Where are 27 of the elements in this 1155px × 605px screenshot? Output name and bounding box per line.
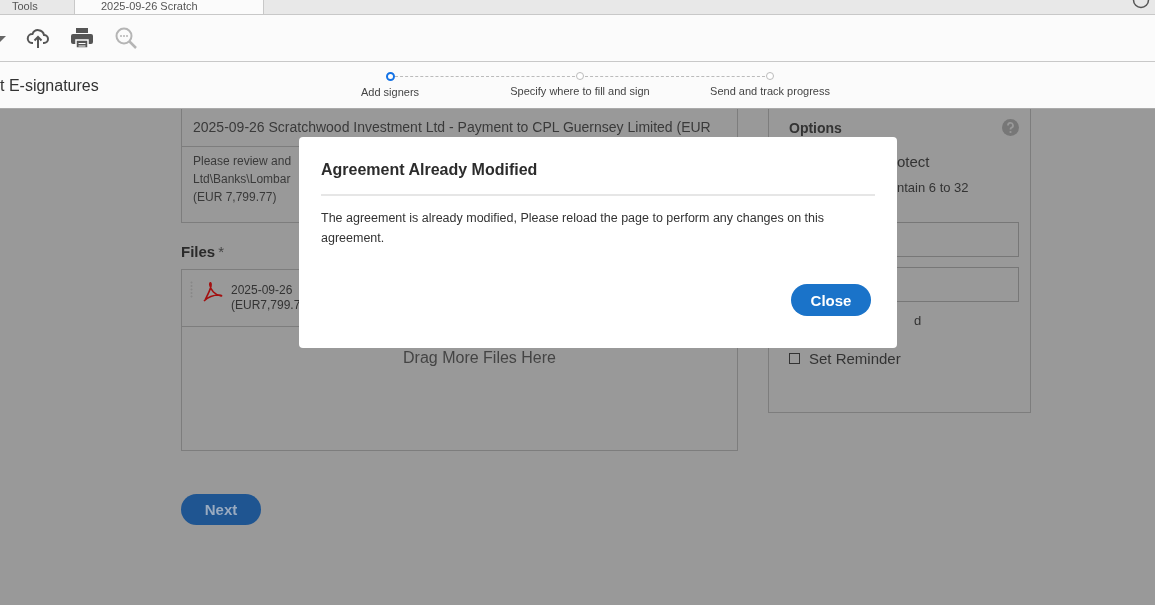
cloud-upload-icon[interactable] <box>26 26 50 50</box>
caret-icon[interactable] <box>0 34 6 42</box>
dialog-title: Agreement Already Modified <box>321 161 875 196</box>
option-text: ntain 6 to 32 <box>897 180 969 195</box>
checkbox-label[interactable]: Set Reminder <box>809 350 901 367</box>
message-text: Ltd\Banks\Lombar <box>193 172 291 186</box>
required-mark: * <box>218 243 225 260</box>
file-name: 2025-09-26 <box>231 283 294 297</box>
drop-hint: Drag More Files Here <box>403 349 556 367</box>
step-label[interactable]: Specify where to fill and sign <box>510 85 650 97</box>
step-label[interactable]: Send and track progress <box>710 85 830 97</box>
dialog-message: The agreement is already modified, Please reload the page to perform any changes on this agreement. <box>321 210 826 247</box>
step-label[interactable]: Add signers <box>360 86 420 98</box>
message-text: Please review and <box>193 154 292 168</box>
message-text: (EUR 7,799.77) <box>193 190 277 204</box>
pdf-icon <box>201 280 223 302</box>
tab[interactable]: 2025-09-26 Scratch <box>75 0 264 14</box>
page-title: t E-signatures <box>0 77 100 95</box>
close-button[interactable]: Close <box>791 284 871 316</box>
option-text: otect <box>897 153 930 170</box>
checkbox[interactable] <box>789 353 800 364</box>
options-title: Options <box>789 119 842 136</box>
option-text: d <box>914 313 922 328</box>
files-label: Files <box>181 243 216 260</box>
next-button[interactable]: Next <box>181 494 261 525</box>
file-name: (EUR7,799.7 <box>231 298 301 312</box>
printer-icon[interactable] <box>70 26 94 50</box>
